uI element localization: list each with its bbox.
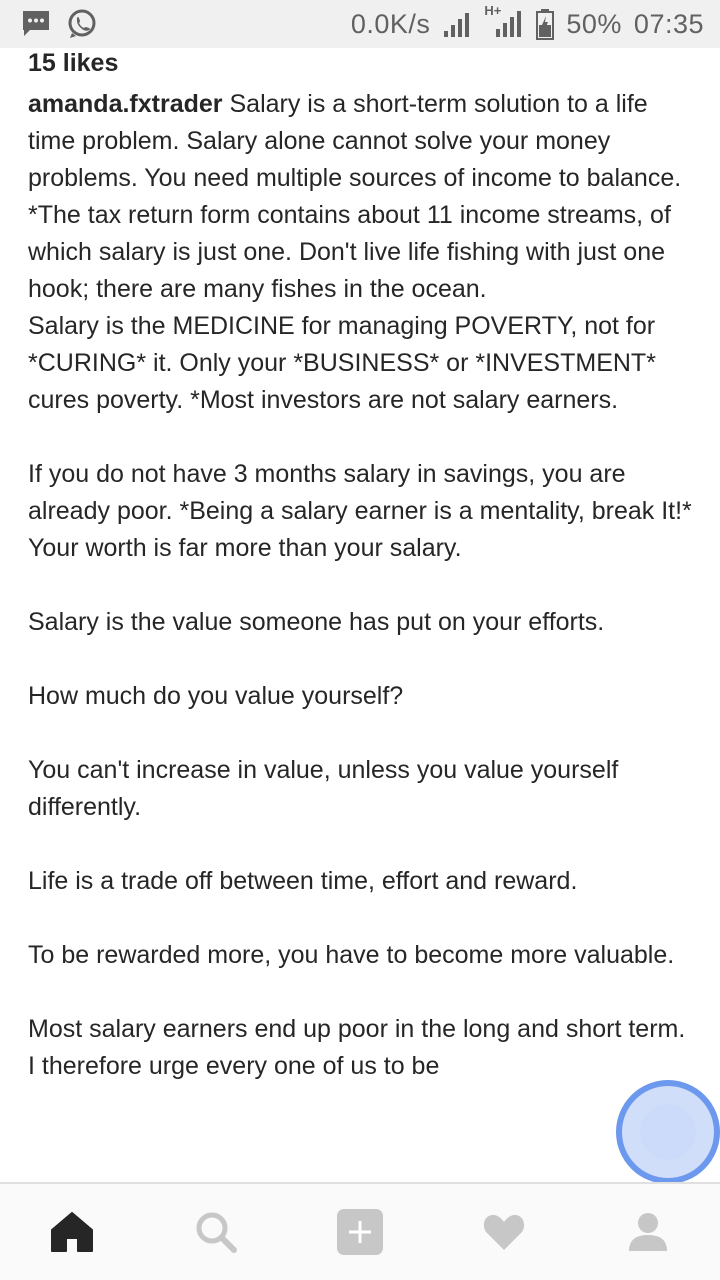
caption-first-paragraph: amanda.fxtrader Salary is a short-term s…	[28, 86, 696, 308]
caption-paragraph: Salary is the MEDICINE for managing POVE…	[28, 312, 656, 414]
status-bar-left	[20, 8, 98, 40]
message-icon	[23, 11, 49, 36]
post-content: 15 likes amanda.fxtrader Salary is a sho…	[28, 48, 696, 1182]
whatsapp-icon	[68, 9, 96, 38]
nav-home-button[interactable]	[36, 1196, 108, 1268]
caption-paragraph: Life is a trade off between time, effort…	[28, 867, 578, 895]
profile-icon	[629, 1213, 667, 1251]
nav-search-button[interactable]	[180, 1196, 252, 1268]
post-username[interactable]: amanda.fxtrader	[28, 90, 223, 118]
caption-paragraph: Salary is the value someone has put on y…	[28, 608, 605, 636]
battery-percent: 50%	[566, 8, 622, 39]
caption-paragraph: You can't increase in value, unless you …	[28, 756, 619, 821]
signal-h-plus-icon: H+	[484, 3, 524, 39]
activity-heart-icon	[483, 1215, 525, 1250]
caption-paragraph: Most salary earners end up poor in the l…	[28, 1015, 686, 1080]
caption-paragraph: If you do not have 3 months salary in sa…	[28, 460, 692, 562]
post-caption: amanda.fxtrader Salary is a short-term s…	[28, 86, 696, 1085]
likes-count[interactable]: 15 likes	[28, 48, 696, 78]
caption-paragraph: How much do you value yourself?	[28, 682, 404, 710]
caption-paragraph: To be rewarded more, you have to become …	[28, 941, 675, 969]
add-post-icon	[337, 1209, 383, 1255]
nav-new-post-button[interactable]	[324, 1196, 396, 1268]
status-bar-right: 0.0K/s H+ 50% 07:35	[350, 3, 704, 40]
clock: 07:35	[633, 8, 704, 39]
battery-icon	[536, 9, 555, 40]
touch-indicator-center	[640, 1104, 696, 1160]
touch-indicator	[616, 1080, 720, 1184]
nav-profile-button[interactable]	[612, 1196, 684, 1268]
caption-text: Salary is a short-term solution to a lif…	[28, 90, 682, 303]
signal-icon	[444, 13, 470, 37]
nav-activity-button[interactable]	[468, 1196, 540, 1268]
search-icon	[196, 1212, 237, 1253]
home-icon	[51, 1212, 93, 1252]
bottom-navigation	[0, 1182, 720, 1280]
status-bar: 0.0K/s H+ 50% 07:35	[0, 0, 720, 48]
network-speed: 0.0K/s	[350, 8, 431, 39]
